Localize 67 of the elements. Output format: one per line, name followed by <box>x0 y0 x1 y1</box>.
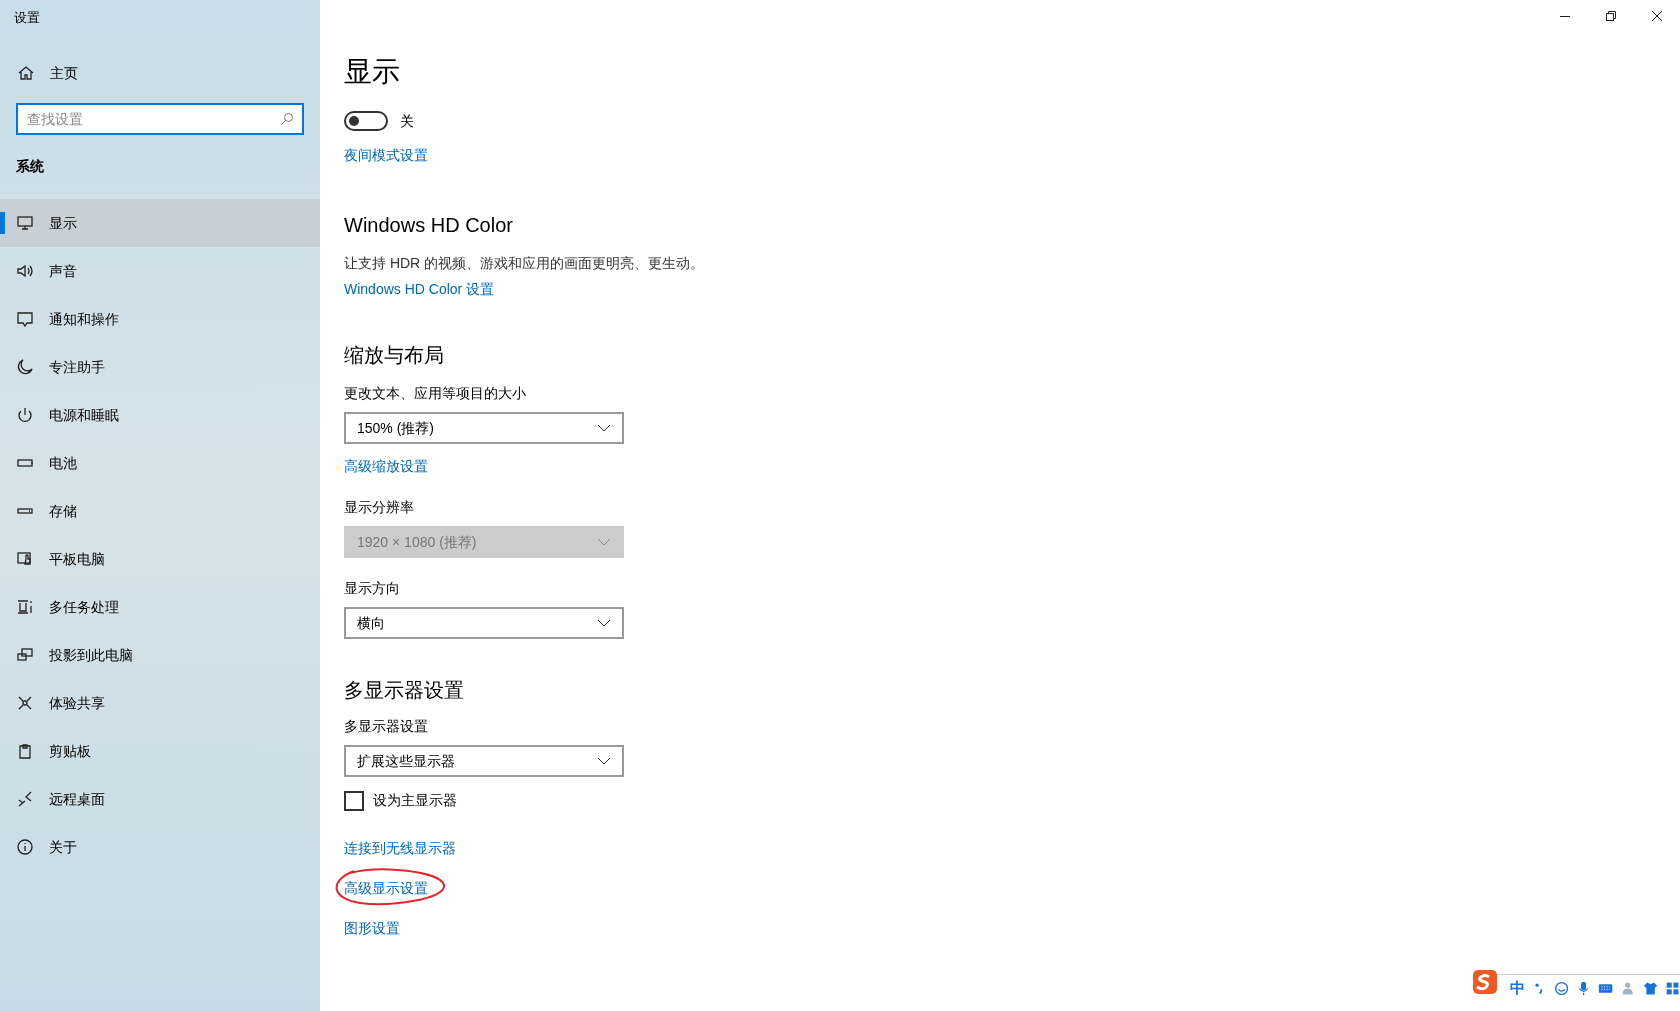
shirt-icon <box>1642 980 1658 997</box>
sidebar-item[interactable]: 关于 <box>0 823 320 871</box>
sidebar-item[interactable]: 体验共享 <box>0 679 320 727</box>
home-link[interactable]: 主页 <box>0 53 320 93</box>
link[interactable]: 连接到无线显示器 <box>344 838 456 859</box>
sidebar-item[interactable]: 平板电脑 <box>0 535 320 583</box>
sidebar-item[interactable]: 多任务处理 <box>0 583 320 631</box>
section-heading: Windows HD Color <box>344 213 514 238</box>
dropdown[interactable]: 横向 <box>344 607 624 639</box>
smiley-icon <box>1554 980 1570 997</box>
sidebar-item[interactable]: 通知和操作 <box>0 295 320 343</box>
field-label: 多显示器设置 <box>344 717 429 736</box>
section-heading: 缩放与布局 <box>344 343 445 368</box>
restore-icon <box>1606 11 1616 21</box>
tablet-icon <box>16 550 34 568</box>
remote-desktop-icon <box>16 790 34 808</box>
toggle-state-label: 关 <box>400 111 414 131</box>
link[interactable]: 图形设置 <box>344 918 400 939</box>
share-nodes-icon <box>16 694 34 712</box>
checkbox[interactable] <box>344 790 364 811</box>
sidebar-item[interactable]: 电源和睡眠 <box>0 391 320 439</box>
monitor-icon <box>16 214 34 232</box>
field-label: 显示分辨率 <box>344 498 415 517</box>
multitask-icon <box>16 598 34 616</box>
link[interactable]: 夜间模式设置 <box>344 145 428 166</box>
ime-mode-button[interactable]: 中 <box>1510 977 1525 1000</box>
link[interactable]: Windows HD Color 设置 <box>344 279 495 300</box>
power-icon <box>16 406 34 424</box>
dropdown[interactable]: 150% (推荐) <box>344 412 624 444</box>
dropdown-value: 扩展这些显示器 <box>357 751 455 771</box>
minimize-icon <box>1560 15 1570 17</box>
sidebar-item[interactable]: 剪贴板 <box>0 727 320 775</box>
toggle-switch[interactable] <box>344 111 388 131</box>
sidebar-item[interactable]: 专注助手 <box>0 343 320 391</box>
user-icon <box>1620 980 1636 997</box>
sidebar-item[interactable]: 存储 <box>0 487 320 535</box>
section-heading: 系统 <box>16 157 44 176</box>
sidebar-item[interactable]: 显示 <box>0 199 320 247</box>
description-text: 让支持 HDR 的视频、游戏和应用的画面更明亮、更生动。 <box>344 254 706 273</box>
moon-icon <box>16 358 34 376</box>
sidebar-item[interactable]: 远程桌面 <box>0 775 320 823</box>
sidebar-item[interactable]: 投影到此电脑 <box>0 631 320 679</box>
close-icon <box>1652 11 1662 21</box>
dropdown-value: 1920 × 1080 (推荐) <box>357 532 477 552</box>
sidebar-item[interactable]: 电池 <box>0 439 320 487</box>
page-title: 显示 <box>344 55 400 89</box>
field-label: 更改文本、应用等项目的大小 <box>344 384 527 403</box>
search-field[interactable]: 查找设置 <box>16 103 304 135</box>
selection-indicator <box>0 212 5 234</box>
projector-icon <box>16 646 34 664</box>
field-label: 显示方向 <box>344 579 401 598</box>
section-heading: 多显示器设置 <box>344 678 465 703</box>
dropdown-value: 150% (推荐) <box>357 418 435 438</box>
search-icon <box>280 112 294 126</box>
sidebar-item[interactable]: 声音 <box>0 247 320 295</box>
link[interactable]: 高级缩放设置 <box>344 456 428 477</box>
window-title: 设置 <box>13 9 41 27</box>
checkbox-label: 设为主显示器 <box>373 791 457 810</box>
dropdown-value: 横向 <box>357 613 385 633</box>
speech-bubble-icon <box>16 310 34 328</box>
grid-icon <box>1664 980 1680 997</box>
speaker-icon <box>16 262 34 280</box>
dropdown[interactable]: 扩展这些显示器 <box>344 745 624 777</box>
home-icon <box>17 64 35 82</box>
clipboard-icon <box>16 742 34 760</box>
info-icon <box>16 838 34 856</box>
link[interactable]: 高级显示设置 <box>344 878 428 899</box>
